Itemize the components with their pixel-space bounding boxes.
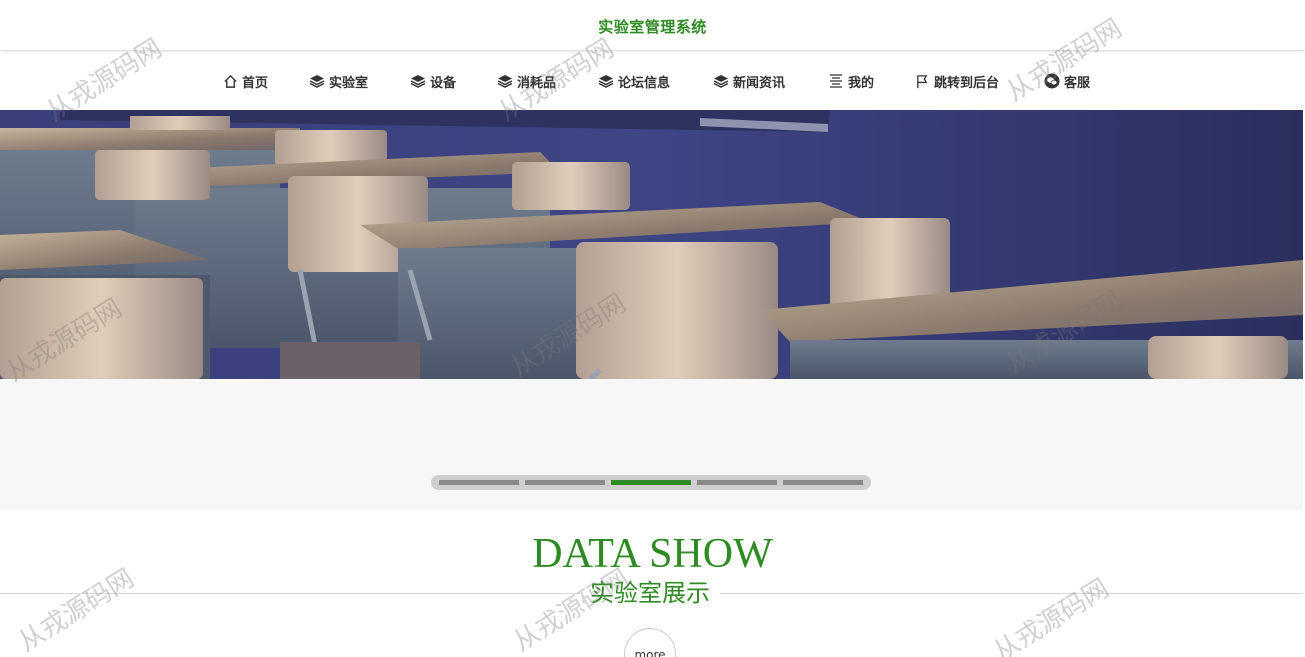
data-show-section: DATA SHOW 实验室展示 more xyxy=(0,510,1305,657)
layers-icon xyxy=(309,75,325,88)
carousel-dot-5[interactable] xyxy=(783,480,863,485)
nav-item-lab[interactable]: 实验室 xyxy=(309,71,368,91)
nav-label: 实验室 xyxy=(329,75,369,91)
site-title[interactable]: 实验室管理系统 xyxy=(0,16,1305,37)
main-nav: 首页 实验室 设备 消耗品 论坛信息 新闻资讯 我的 跳转到后台 客服 xyxy=(0,52,1305,109)
nav-item-mine[interactable]: 我的 xyxy=(828,71,874,91)
layers-icon xyxy=(598,75,614,88)
nav-label: 跳转到后台 xyxy=(934,75,1000,91)
title-bar: 实验室管理系统 xyxy=(0,0,1305,50)
nav-item-forum[interactable]: 论坛信息 xyxy=(598,71,670,91)
nav-label: 论坛信息 xyxy=(618,75,671,91)
carousel-area xyxy=(0,379,1303,510)
nav-item-news[interactable]: 新闻资讯 xyxy=(713,71,785,91)
carousel-dot-4[interactable] xyxy=(697,480,777,485)
section-heading: DATA SHOW xyxy=(532,531,773,577)
menu-lines-icon xyxy=(830,74,842,88)
nav-label: 客服 xyxy=(1064,75,1091,91)
classroom-illustration xyxy=(0,110,1303,379)
nav-item-home[interactable]: 首页 xyxy=(223,71,268,91)
nav-item-support[interactable]: 客服 xyxy=(1044,71,1090,91)
more-button[interactable]: more xyxy=(624,628,676,657)
banner-image xyxy=(0,110,1303,379)
nav-item-admin[interactable]: 跳转到后台 xyxy=(915,71,999,91)
nav-item-equipment[interactable]: 设备 xyxy=(410,71,456,91)
nav-label: 我的 xyxy=(848,75,875,91)
carousel-dot-2[interactable] xyxy=(525,480,605,485)
page: 实验室管理系统 首页 实验室 设备 消耗品 论坛信息 新闻资讯 我的 跳转到后台… xyxy=(0,0,1305,657)
nav-label: 首页 xyxy=(242,75,269,91)
layers-icon xyxy=(497,75,513,88)
wechat-icon xyxy=(1044,73,1060,89)
carousel-dot-3[interactable] xyxy=(611,480,691,485)
nav-item-consumables[interactable]: 消耗品 xyxy=(497,71,556,91)
nav-label: 设备 xyxy=(430,75,457,91)
home-icon xyxy=(224,74,237,88)
carousel-pager xyxy=(431,475,871,490)
flag-icon xyxy=(917,74,928,88)
nav-label: 消耗品 xyxy=(517,75,557,91)
layers-icon xyxy=(410,75,426,88)
section-subheading: 实验室展示 xyxy=(580,578,720,608)
carousel-dot-1[interactable] xyxy=(439,480,519,485)
nav-label: 新闻资讯 xyxy=(733,75,786,91)
layers-icon xyxy=(713,75,729,88)
